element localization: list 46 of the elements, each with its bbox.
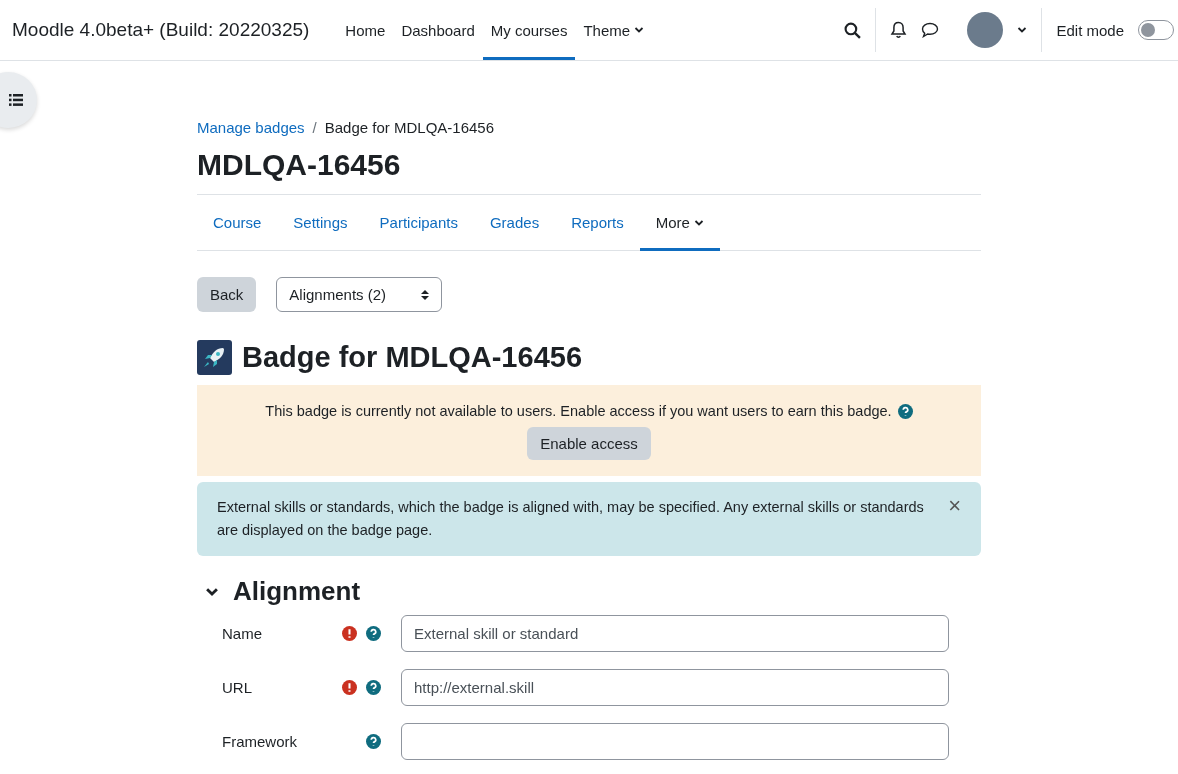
required-icon bbox=[342, 626, 357, 641]
caret-icon bbox=[634, 25, 645, 35]
breadcrumb-link[interactable]: Manage badges bbox=[197, 119, 305, 136]
caret-icon bbox=[1017, 25, 1028, 35]
warning-text: This badge is currently not available to users. Enable access if you want users to earn this badge. bbox=[265, 403, 892, 419]
back-button[interactable]: Back bbox=[197, 277, 257, 312]
nav-link[interactable]: Theme bbox=[575, 0, 653, 60]
chat-bubble-icon[interactable] bbox=[921, 22, 940, 38]
section-toggle[interactable]: Alignment bbox=[197, 576, 369, 607]
list-icon bbox=[9, 94, 23, 106]
badge-title: Badge for MDLQA-16456 bbox=[242, 341, 582, 374]
help-icon bbox=[366, 680, 381, 695]
required-icon bbox=[342, 680, 357, 695]
course-tab[interactable]: More bbox=[639, 195, 720, 251]
enable-access-button[interactable]: Enable access bbox=[527, 427, 651, 460]
help-icon bbox=[366, 626, 381, 641]
breadcrumb-current: Badge for MDLQA-16456 bbox=[324, 119, 495, 136]
close-button[interactable]: × bbox=[948, 496, 961, 516]
text-field[interactable]: http://external.skill bbox=[401, 669, 949, 706]
nav-link[interactable]: Dashboard bbox=[393, 0, 483, 60]
page-select[interactable]: Alignments (2) bbox=[276, 277, 443, 312]
help-icon bbox=[366, 734, 381, 749]
field-label: Name bbox=[222, 625, 263, 642]
site-name[interactable]: Moodle 4.0beta+ (Build: 20220325) bbox=[12, 19, 310, 41]
course-tab[interactable]: Participants bbox=[363, 195, 474, 251]
info-text: External skills or standards, which the badge is aligned with, may be specified. Any external skills or standards are displayed on the badge page. bbox=[217, 498, 925, 540]
text-field[interactable] bbox=[401, 723, 949, 760]
nav-link[interactable]: My courses bbox=[482, 0, 576, 60]
course-title: MDLQA-16456 bbox=[197, 148, 402, 182]
user-avatar[interactable] bbox=[967, 12, 1004, 48]
help-icon bbox=[897, 403, 913, 419]
field-label: URL bbox=[222, 679, 253, 696]
sort-caret-icon bbox=[421, 288, 430, 301]
course-tab[interactable]: Settings bbox=[277, 195, 364, 251]
course-tab[interactable]: Reports bbox=[555, 195, 640, 251]
edit-mode-switch[interactable] bbox=[1138, 20, 1174, 40]
course-tab[interactable]: Course bbox=[197, 195, 278, 251]
edit-mode-label: Edit mode bbox=[1056, 21, 1124, 39]
rocket-badge-icon bbox=[197, 340, 232, 375]
bell-icon[interactable] bbox=[890, 21, 908, 39]
nav-link[interactable]: Home bbox=[337, 0, 394, 60]
field-label: Framework bbox=[222, 733, 298, 750]
breadcrumb-separator: / bbox=[312, 119, 317, 136]
text-field[interactable]: External skill or standard bbox=[401, 615, 949, 652]
course-tab[interactable]: Grades bbox=[473, 195, 556, 251]
search-icon[interactable] bbox=[844, 21, 862, 39]
